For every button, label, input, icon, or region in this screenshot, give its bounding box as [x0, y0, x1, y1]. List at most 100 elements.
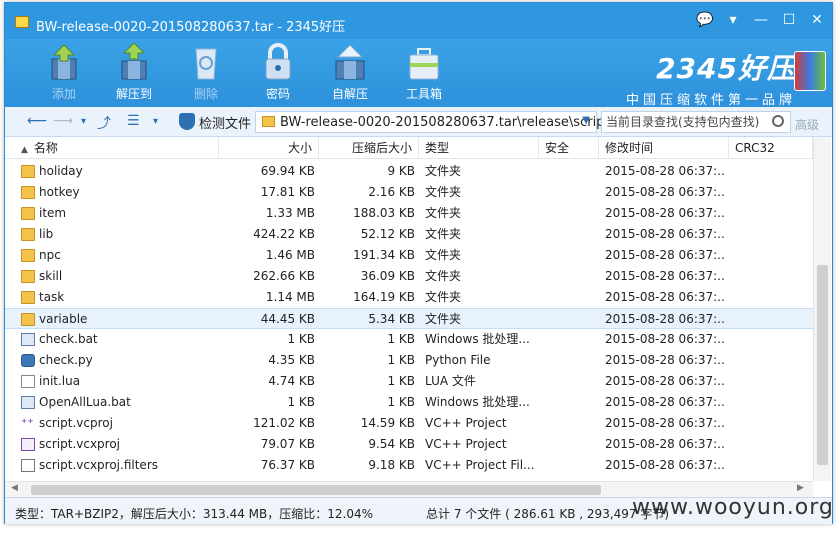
list-item[interactable]: holiday 69.94 KB 9 KB 文件夹 2015-08-28 06:37:.…: [5, 161, 813, 182]
list-item[interactable]: npc 1.46 MB 191.34 KB 文件夹 2015-08-28 06:37:.…: [5, 245, 813, 266]
file-name-cell: variable: [21, 309, 217, 330]
detect-files-button[interactable]: 检测文件: [173, 111, 259, 133]
list-item[interactable]: script.vcxproj 79.07 KB 9.54 KB VC++ Projec…: [5, 434, 813, 455]
file-size: 17.81 KB: [260, 185, 315, 199]
view-mode-icon[interactable]: ☰: [127, 113, 140, 129]
close-button[interactable]: ✕: [806, 10, 828, 30]
list-item[interactable]: variable 44.45 KB 5.34 KB 文件夹 2015-08-28 06:…: [5, 308, 813, 329]
file-modified: 2015-08-28 06:37:...: [605, 353, 725, 367]
folder-icon: [21, 165, 35, 178]
folder-icon: [21, 270, 35, 283]
file-compressed-size: 188.03 KB: [353, 206, 415, 220]
vertical-scroll-thumb[interactable]: [817, 265, 828, 465]
view-dropdown-icon[interactable]: ▾: [153, 116, 158, 127]
file-compressed-size: 52.12 KB: [360, 227, 415, 241]
file-type: 文件夹: [425, 206, 462, 220]
file-name-cell: skill: [21, 266, 217, 287]
file-security: [541, 203, 599, 224]
toolbox-button-label: 工具箱: [405, 87, 442, 101]
file-name-cell: check.py: [21, 350, 217, 371]
file-list: ▲ 名称 大小 压缩后大小 类型 安全 修改时间 CRC32 holiday 69.…: [5, 137, 813, 481]
file-modified: 2015-08-28 06:37:...: [605, 185, 725, 199]
window-controls: 💬 ▾ — ☐ ✕: [694, 10, 828, 30]
menu-dropdown-icon[interactable]: ▾: [722, 10, 744, 30]
file-security: [541, 309, 599, 330]
history-dropdown-icon[interactable]: ▾: [81, 116, 86, 127]
self-extract-button-label: 自解压: [331, 87, 368, 101]
folder-icon: [21, 228, 35, 241]
maximize-button[interactable]: ☐: [778, 10, 800, 30]
column-modified[interactable]: 修改时间: [599, 137, 729, 159]
list-item[interactable]: check.bat 1 KB 1 KB Windows 批处理... 2015-08-2…: [5, 329, 813, 350]
self-extract-button[interactable]: 自解压: [321, 43, 379, 102]
toolbox-button[interactable]: 工具箱: [395, 43, 453, 102]
column-name[interactable]: ▲ 名称: [5, 137, 219, 159]
password-button[interactable]: 密码: [249, 43, 307, 102]
file-crc32: [731, 203, 809, 224]
title-bar[interactable]: BW-release-0020-201508280637.tar - 2345好…: [5, 3, 832, 39]
brand-subtitle: 中国压缩软件第一品牌: [625, 93, 796, 108]
path-text: BW-release-0020-201508280637.tar\release…: [280, 115, 610, 130]
file-security: [541, 392, 599, 413]
file-name-cell: item: [21, 203, 217, 224]
brand-logo-icon: [794, 51, 826, 91]
back-arrow-icon[interactable]: ⟵: [27, 113, 47, 129]
file-crc32: [731, 266, 809, 287]
extract-button[interactable]: 解压到: [105, 42, 163, 102]
file-modified: 2015-08-28 06:37:...: [605, 458, 725, 472]
column-crc32[interactable]: CRC32: [729, 137, 813, 159]
list-item[interactable]: hotkey 17.81 KB 2.16 KB 文件夹 2015-08-28 06:37…: [5, 182, 813, 203]
list-item[interactable]: OpenAllLua.bat 1 KB 1 KB Windows 批处理... 2015…: [5, 392, 813, 413]
list-item[interactable]: item 1.33 MB 188.03 KB 文件夹 2015-08-28 06:37:…: [5, 203, 813, 224]
archive-info: 类型：TAR+BZIP2，解压后大小：313.44 MB，压缩比：12.04%: [15, 507, 374, 521]
column-type[interactable]: 类型: [419, 137, 539, 159]
file-type: 文件夹: [425, 269, 462, 283]
file-name-cell: task: [21, 287, 217, 308]
file-size: 424.22 KB: [253, 227, 315, 241]
add-button[interactable]: 添加: [35, 43, 93, 102]
forward-arrow-icon[interactable]: ⟶: [53, 113, 73, 129]
search-input[interactable]: [606, 113, 766, 131]
column-size[interactable]: 大小: [219, 137, 319, 159]
minimize-button[interactable]: —: [750, 10, 772, 30]
file-name: script.vcxproj.filters: [39, 458, 158, 472]
file-size: 121.02 KB: [253, 416, 315, 430]
list-item[interactable]: skill 262.66 KB 36.09 KB 文件夹 2015-08-28 06:3…: [5, 266, 813, 287]
list-item[interactable]: init.lua 4.74 KB 1 KB LUA 文件 2015-08-28 06:3…: [5, 371, 813, 392]
sort-up-icon: ▲: [21, 145, 28, 155]
path-dropdown-icon[interactable]: ▼: [582, 115, 590, 126]
list-item[interactable]: script.vcxproj.filters 76.37 KB 9.18 KB VC+…: [5, 455, 813, 476]
column-compressed-size[interactable]: 压缩后大小: [319, 137, 419, 159]
file-modified: 2015-08-28 06:37:...: [605, 248, 725, 262]
scroll-right-icon[interactable]: ▶: [797, 483, 804, 493]
file-security: [541, 161, 599, 182]
list-item[interactable]: task 1.14 MB 164.19 KB 文件夹 2015-08-28 06:37:…: [5, 287, 813, 308]
file-modified: 2015-08-28 06:37:...: [605, 374, 725, 388]
feedback-icon[interactable]: 💬: [694, 10, 716, 30]
main-toolbar: 添加 解压到 删除 密码 自解压 工具箱 2345好压 中国压缩软件第一品牌: [5, 39, 832, 108]
scroll-left-icon[interactable]: ◀: [11, 483, 18, 493]
horizontal-scroll-thumb[interactable]: [31, 485, 601, 495]
search-icon[interactable]: [772, 115, 784, 127]
extract-button-label: 解压到: [115, 87, 152, 101]
delete-button[interactable]: 删除: [177, 43, 235, 102]
file-type: 文件夹: [425, 312, 462, 326]
column-name-label: 名称: [33, 141, 58, 155]
up-folder-icon[interactable]: ⤴: [97, 113, 111, 133]
column-security[interactable]: 安全: [539, 137, 599, 159]
list-item[interactable]: ⁺⁺ script.vcproj 121.02 KB 14.59 KB VC++ Pro…: [5, 413, 813, 434]
file-compressed-size: 9 KB: [387, 164, 415, 178]
file-modified: 2015-08-28 06:37:...: [605, 164, 725, 178]
list-item[interactable]: check.py 4.35 KB 1 KB Python File 2015-08-28…: [5, 350, 813, 371]
advanced-search-link[interactable]: 高级: [795, 116, 819, 133]
file-name: script.vcproj: [39, 416, 113, 430]
file-compressed-size: 14.59 KB: [360, 416, 415, 430]
vertical-scrollbar[interactable]: [813, 137, 831, 481]
file-name: variable: [39, 312, 88, 326]
file-compressed-size: 191.34 KB: [353, 248, 415, 262]
file-security: [541, 182, 599, 203]
list-item[interactable]: lib 424.22 KB 52.12 KB 文件夹 2015-08-28 06:37:…: [5, 224, 813, 245]
file-security: [541, 266, 599, 287]
vcproj-file-icon: ⁺⁺: [21, 416, 34, 430]
path-bar[interactable]: BW-release-0020-201508280637.tar\release…: [255, 111, 610, 133]
